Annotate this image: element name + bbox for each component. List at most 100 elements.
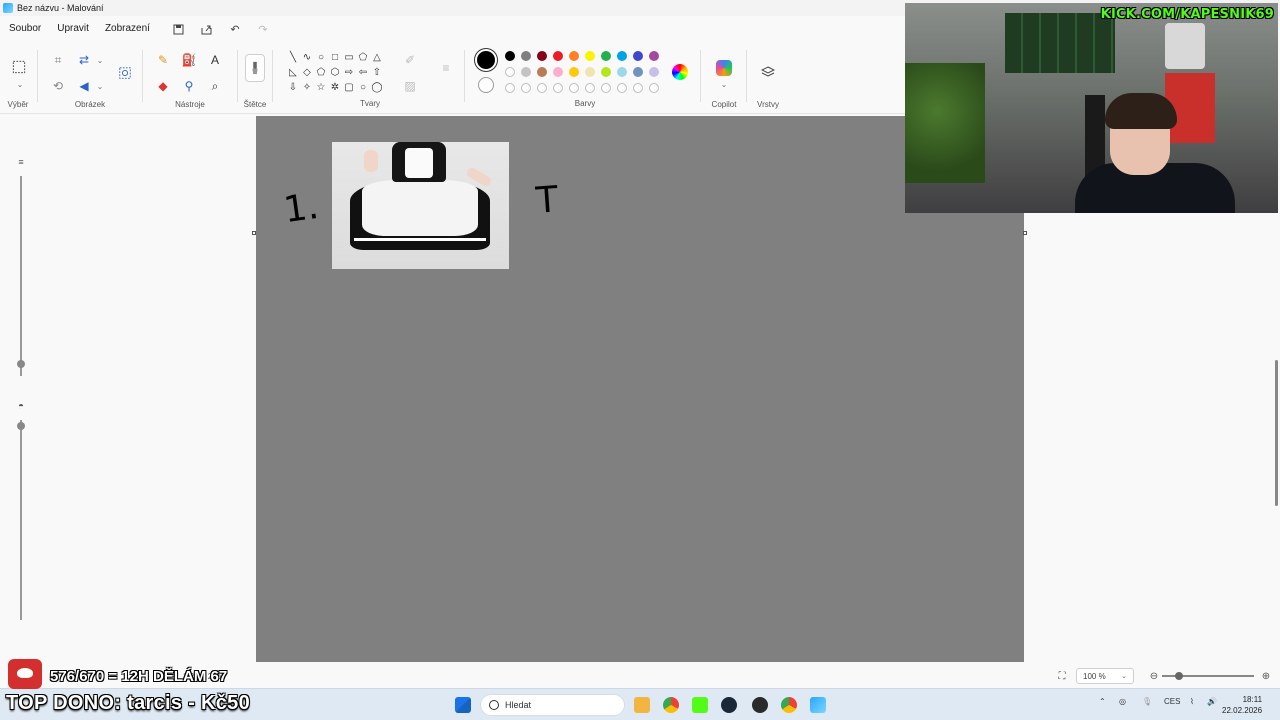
save-icon[interactable] [172, 22, 186, 36]
shape-triangle[interactable]: △ [370, 50, 384, 64]
color-swatch[interactable] [537, 51, 547, 61]
chevron-down-icon[interactable]: ⌄ [12, 76, 28, 92]
tray-wifi-icon[interactable]: ⌇ [1190, 697, 1194, 706]
color-swatch[interactable] [633, 67, 643, 77]
color-swatch[interactable] [633, 51, 643, 61]
taskbar-clock[interactable]: 18:11 22.02.2026 [1222, 694, 1262, 716]
color-swatch[interactable] [617, 51, 627, 61]
shape-rounded-rectangle[interactable]: ▭ [342, 50, 356, 64]
secondary-color[interactable] [478, 77, 494, 93]
size-icon[interactable]: ≡ [438, 60, 454, 76]
custom-color-slot[interactable] [537, 83, 547, 93]
color-swatch[interactable] [505, 67, 515, 77]
shape-star-five[interactable]: ☆ [314, 80, 328, 94]
chrome-profile-icon[interactable] [781, 697, 797, 713]
color-swatch[interactable] [521, 67, 531, 77]
tray-chevron-icon[interactable]: ⌃ [1099, 697, 1106, 706]
undo-icon[interactable]: ↶ [228, 22, 242, 36]
shape-polygon[interactable]: ⬠ [356, 50, 370, 64]
tray-mic-icon[interactable]: 🎙 [1142, 697, 1152, 706]
color-picker-icon[interactable]: ⚲ [181, 78, 197, 94]
color-swatch[interactable] [537, 67, 547, 77]
shape-star-four[interactable]: ✧ [300, 80, 314, 94]
kick-app-icon[interactable] [692, 697, 708, 713]
chevron-down-icon[interactable]: ⌄ [92, 52, 108, 68]
custom-color-slot[interactable] [617, 83, 627, 93]
custom-color-slot[interactable] [569, 83, 579, 93]
custom-color-slot[interactable] [601, 83, 611, 93]
color-swatch[interactable] [601, 51, 611, 61]
shape-arrow-down[interactable]: ⇩ [286, 80, 300, 94]
fit-window-icon[interactable]: ⛶ [1054, 668, 1070, 684]
chevron-down-icon[interactable]: ⌄ [716, 76, 732, 92]
color-swatch[interactable] [585, 67, 595, 77]
paint-taskbar-icon[interactable] [810, 697, 826, 713]
custom-color-slot[interactable] [505, 83, 515, 93]
opacity-slider-track[interactable] [20, 420, 22, 620]
shape-oval[interactable]: ○ [314, 50, 328, 64]
zoom-in-icon[interactable]: ⊕ [1258, 668, 1274, 684]
tray-language[interactable]: CES [1164, 697, 1180, 706]
obs-icon[interactable] [752, 697, 768, 713]
opacity-slider-knob[interactable] [17, 422, 25, 430]
shape-callout-rect[interactable]: ▢ [342, 80, 356, 94]
taskbar-search[interactable]: Hledat [480, 694, 625, 716]
maid-dress-image[interactable] [332, 142, 509, 269]
custom-color-slot[interactable] [553, 83, 563, 93]
start-windows-icon[interactable] [455, 697, 471, 713]
tray-network-icon[interactable]: ◎ [1119, 697, 1126, 706]
edit-colors-icon[interactable] [672, 64, 688, 80]
menu-edit[interactable]: Upravit [49, 16, 97, 42]
color-swatch[interactable] [649, 67, 659, 77]
shape-arrow-left[interactable]: ⇦ [356, 65, 370, 79]
zoom-dropdown[interactable]: 100 % ⌄ [1076, 668, 1134, 684]
shape-arrow-right[interactable]: ⇨ [342, 65, 356, 79]
outline-icon[interactable]: ✐ [402, 52, 418, 68]
shape-star-six[interactable]: ✲ [328, 80, 342, 94]
fill-icon[interactable]: ⛽ [181, 52, 197, 68]
custom-color-slot[interactable] [521, 83, 531, 93]
resize-handle-left[interactable] [252, 231, 256, 235]
tray-volume-icon[interactable]: 🔊 [1207, 697, 1217, 706]
custom-color-slot[interactable] [649, 83, 659, 93]
shape-rectangle[interactable]: □ [328, 50, 342, 64]
steam-icon[interactable] [721, 697, 737, 713]
color-swatch[interactable] [553, 51, 563, 61]
file-explorer-icon[interactable] [634, 697, 650, 713]
magnifier-icon[interactable]: ⌕ [207, 78, 223, 94]
redo-icon[interactable]: ↷ [256, 22, 270, 36]
color-swatch[interactable] [569, 51, 579, 61]
shape-diamond[interactable]: ◇ [300, 65, 314, 79]
size-slider-track[interactable] [20, 176, 22, 376]
eraser-icon[interactable]: ◆ [155, 78, 171, 94]
custom-color-slot[interactable] [633, 83, 643, 93]
share-icon[interactable] [200, 22, 214, 36]
color-swatch[interactable] [617, 67, 627, 77]
color-swatch[interactable] [521, 51, 531, 61]
fill-style-icon[interactable]: ▨ [402, 78, 418, 94]
shape-right-triangle[interactable]: ◺ [286, 65, 300, 79]
vertical-scrollbar[interactable] [1275, 360, 1278, 506]
color-swatch[interactable] [585, 51, 595, 61]
size-slider-knob[interactable] [17, 360, 25, 368]
pencil-icon[interactable]: ✎ [155, 52, 171, 68]
selection-rect-icon[interactable] [10, 58, 28, 76]
shape-callout-oval[interactable]: ○ [356, 80, 370, 94]
brush-icon[interactable] [245, 54, 265, 82]
shape-pentagon[interactable]: ⬠ [314, 65, 328, 79]
remove-background-icon[interactable] [116, 64, 134, 82]
color-swatch[interactable] [649, 51, 659, 61]
shape-line[interactable]: ╲ [286, 50, 300, 64]
crop-icon[interactable]: ⌗ [50, 52, 66, 68]
resize-icon[interactable]: ⇄ [76, 52, 92, 68]
color-swatch[interactable] [569, 67, 579, 77]
chevron-down-icon[interactable]: ⌄ [92, 78, 108, 94]
zoom-out-icon[interactable]: ⊖ [1146, 668, 1162, 684]
shape-callout-cloud[interactable]: ◯ [370, 80, 384, 94]
zoom-slider-knob[interactable] [1175, 672, 1183, 680]
menu-file[interactable]: Soubor [0, 16, 49, 42]
menu-view[interactable]: Zobrazení [97, 16, 158, 42]
primary-color[interactable] [477, 51, 495, 69]
resize-handle-right[interactable] [1023, 231, 1027, 235]
color-swatch[interactable] [505, 51, 515, 61]
